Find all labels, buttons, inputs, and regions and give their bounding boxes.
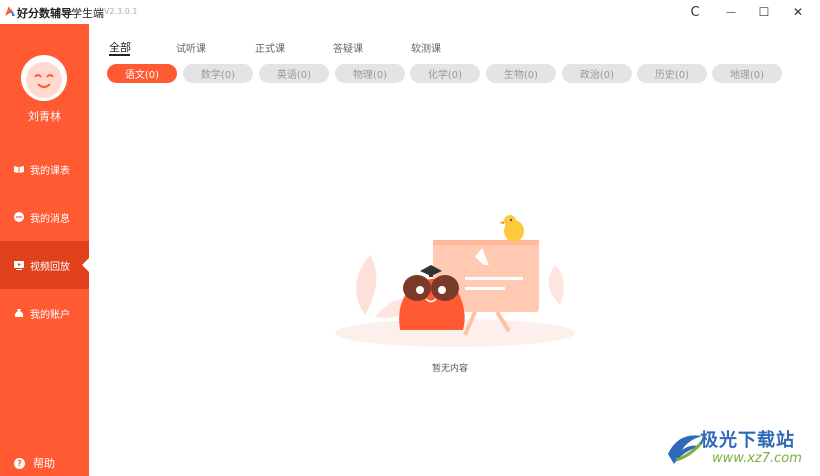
maximize-button[interactable]: ☐ [755, 3, 773, 21]
refresh-button[interactable]: C [686, 3, 704, 21]
tab-active-underline [109, 54, 130, 56]
refresh-icon: C [690, 4, 700, 20]
sidebar-item-video-playback[interactable]: 视频回放 [0, 241, 89, 289]
empty-state-text: 暂无内容 [431, 364, 468, 374]
video-icon [14, 261, 24, 270]
subject-pill-chemistry[interactable]: 化学(0) [410, 64, 480, 83]
username: 刘青林 [28, 110, 61, 123]
sidebar-item-label: 我的消息 [30, 213, 70, 225]
help-button[interactable]: ? 帮助 [14, 455, 55, 471]
money-bag-icon [14, 309, 24, 317]
help-label: 帮助 [33, 457, 55, 470]
empty-state-illustration [335, 215, 575, 347]
subject-pill-geography[interactable]: 地理(0) [712, 64, 782, 83]
sidebar: 刘青林 我的课表 我的消息 视频回放 我的账户 ? 帮助 [0, 24, 89, 476]
tab-qa[interactable]: 答疑课 [333, 40, 363, 55]
close-icon: ✕ [792, 5, 804, 19]
sidebar-item-account[interactable]: 我的账户 [0, 289, 89, 337]
minimize-icon: — [726, 6, 736, 18]
app-window: 好分数辅导 · 学生端 V2.3.0.1 C — ☐ ✕ 刘青林 我的课表 我的… [0, 0, 820, 476]
app-version: V2.3.0.1 [104, 7, 138, 16]
minimize-button[interactable]: — [722, 3, 740, 21]
tab-all[interactable]: 全部 [109, 39, 131, 55]
subject-pill-physics[interactable]: 物理(0) [335, 64, 405, 83]
tab-trial[interactable]: 试听课 [176, 40, 206, 55]
app-subtitle: · 学生端 [64, 7, 104, 20]
sidebar-item-schedule[interactable]: 我的课表 [0, 145, 89, 193]
smiley-face-icon [22, 56, 66, 100]
close-button[interactable]: ✕ [789, 3, 807, 21]
watermark-title: 极光下载站 [700, 430, 795, 451]
tab-soft-test[interactable]: 软测课 [411, 40, 441, 55]
subject-pill-math[interactable]: 数学(0) [183, 64, 253, 83]
subject-pill-history[interactable]: 历史(0) [637, 64, 707, 83]
active-indicator [82, 258, 89, 272]
help-icon: ? [14, 457, 25, 469]
sidebar-item-label: 我的账户 [30, 309, 70, 321]
sidebar-item-label: 视频回放 [30, 261, 70, 273]
subject-pill-chinese[interactable]: 语文(0) [107, 64, 177, 83]
maximize-icon: ☐ [758, 5, 770, 19]
book-icon [14, 166, 24, 173]
subject-pill-biology[interactable]: 生物(0) [486, 64, 556, 83]
message-icon [14, 212, 24, 222]
watermark-url: www.xz7.com [712, 451, 802, 466]
subject-pill-english[interactable]: 英语(0) [259, 64, 329, 83]
tab-formal[interactable]: 正式课 [255, 40, 285, 55]
sidebar-item-messages[interactable]: 我的消息 [0, 193, 89, 241]
sidebar-item-label: 我的课表 [30, 165, 70, 177]
app-logo-icon [5, 6, 15, 16]
subject-pill-politics[interactable]: 政治(0) [562, 64, 632, 83]
title-bar: 好分数辅导 · 学生端 V2.3.0.1 C — ☐ ✕ [0, 0, 820, 24]
avatar[interactable] [21, 55, 67, 101]
